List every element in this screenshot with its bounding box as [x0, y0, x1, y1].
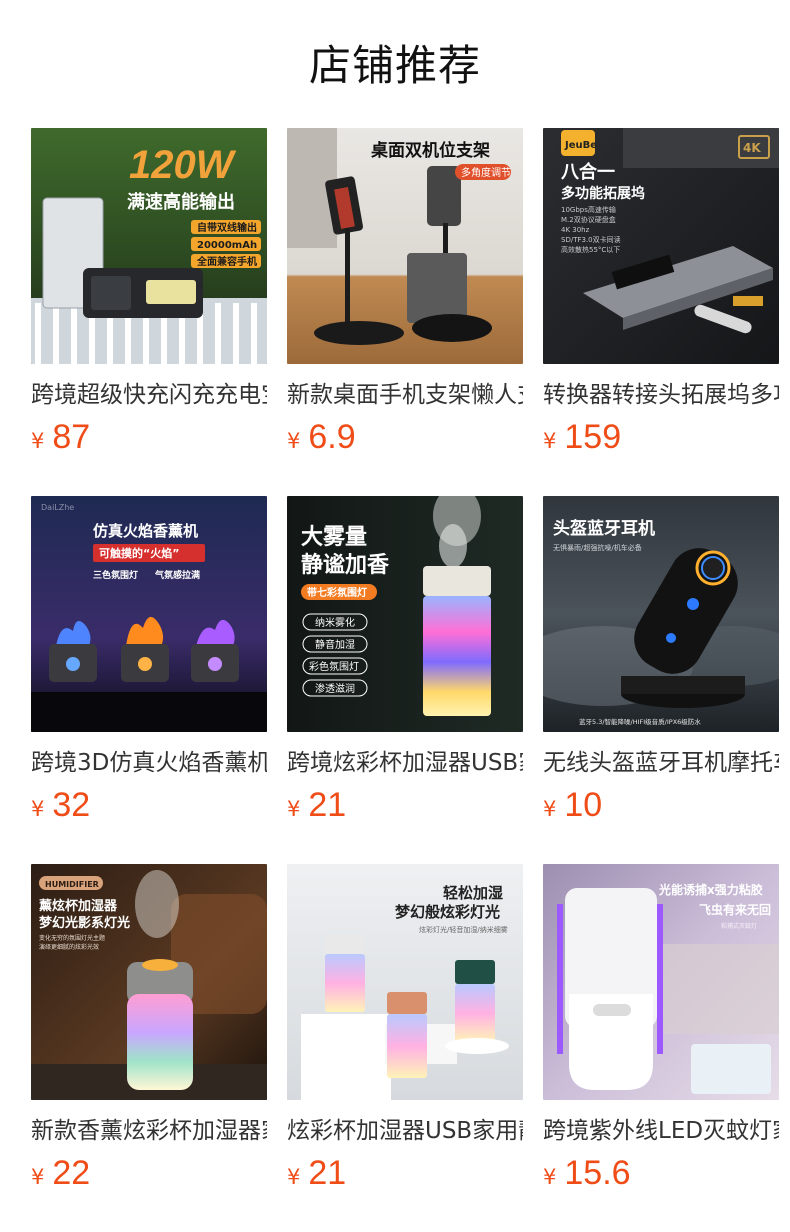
product-name[interactable]: 炫彩杯加湿器USB家用静音: [287, 1114, 523, 1148]
price-value: 32: [52, 786, 91, 824]
product-image[interactable]: 轻松加湿 梦幻般炫彩灯光 炫彩灯光/轻音加湿/纳米细雾: [287, 864, 523, 1100]
product-card[interactable]: 桌面双机位支架 多角度调节 新款桌面手机支架懒人支架 ¥6.9: [287, 128, 523, 458]
image-caption: 自带双线输出: [197, 221, 257, 234]
image-caption: 炫彩灯光/轻音加湿/纳米细雾: [419, 925, 508, 934]
product-image[interactable]: HUMIDIFIER 薰炫杯加湿器 梦幻光影系灯光 变化无穷的氛围灯光主题 演绎…: [31, 864, 267, 1100]
product-name[interactable]: 无线头盔蓝牙耳机摩托车: [543, 746, 779, 780]
image-caption: 高效散热55°C以下: [561, 245, 620, 254]
currency-symbol: ¥: [543, 1165, 557, 1189]
image-caption: 120W: [129, 143, 237, 187]
product-name[interactable]: 跨境超级快充闪充充电宝: [31, 378, 267, 412]
price-value: 159: [564, 418, 622, 456]
product-card[interactable]: HUMIDIFIER 薰炫杯加湿器 梦幻光影系灯光 变化无穷的氛围灯光主题 演绎…: [31, 864, 267, 1194]
image-caption: JeuBe: [564, 140, 597, 151]
image-caption: HUMIDIFIER: [45, 880, 99, 889]
image-caption: 静音加湿: [315, 638, 355, 651]
price-value: 21: [308, 1154, 347, 1192]
image-caption: 光能诱捕x强力粘胶: [658, 882, 763, 897]
image-caption: 三色氛围灯: [93, 569, 138, 581]
image-caption: 梦幻光影系灯光: [39, 915, 130, 931]
image-caption: 飞虫有来无回: [699, 902, 771, 917]
product-price: ¥15.6: [543, 1154, 631, 1196]
image-caption: 无惧暴雨/超强抗噪/机车必备: [553, 543, 642, 552]
product-card[interactable]: DaiLZhe 仿真火焰香薰机 可触摸的“火焰” 三色氛围灯 气氛感拉满 跨境3…: [31, 496, 267, 826]
image-caption: 梦幻般炫彩灯光: [395, 903, 500, 921]
product-price: ¥6.9: [287, 418, 356, 460]
product-price: ¥10: [543, 786, 602, 828]
image-caption: 多角度调节: [461, 166, 511, 179]
product-price: ¥159: [543, 418, 621, 460]
product-price: ¥87: [31, 418, 90, 460]
currency-symbol: ¥: [543, 797, 557, 821]
product-card[interactable]: 光能诱捕x强力粘胶 飞虫有来无回 粘捕式灭蚊灯 跨境紫外线LED灭蚊灯家用 ¥1…: [543, 864, 779, 1194]
image-caption: 大雾量: [301, 525, 367, 550]
product-image[interactable]: 大雾量 静谧加香 带七彩氛围灯 纳米雾化 静音加湿 彩色氛围灯 渗透滋润: [287, 496, 523, 732]
image-caption: 带七彩氛围灯: [307, 586, 367, 599]
image-caption: 静谧加香: [301, 552, 389, 578]
price-value: 6.9: [308, 418, 356, 456]
image-caption: 纳米雾化: [315, 616, 355, 629]
product-name[interactable]: 新款桌面手机支架懒人支架: [287, 378, 523, 412]
price-value: 10: [564, 786, 603, 824]
product-image[interactable]: JeuBe 4K 八合一 多功能拓展坞 10Gbps高速传输 M.2双协议硬盘盒…: [543, 128, 779, 364]
image-caption: 气氛感拉满: [154, 569, 200, 581]
image-caption: 粘捕式灭蚊灯: [721, 922, 757, 930]
product-name[interactable]: 跨境3D仿真火焰香薰机加湿器: [31, 746, 267, 780]
product-image[interactable]: 桌面双机位支架 多角度调节: [287, 128, 523, 364]
image-caption: 4K 30hz: [561, 226, 590, 234]
image-caption: DaiLZhe: [41, 503, 74, 512]
product-name[interactable]: 跨境紫外线LED灭蚊灯家用: [543, 1114, 779, 1148]
product-image[interactable]: 120W 满速高能输出 自带双线输出 20000mAh 全面兼容手机: [31, 128, 267, 364]
image-caption: 20000mAh: [197, 240, 257, 251]
image-caption: M.2双协议硬盘盒: [561, 215, 616, 224]
image-caption: 多功能拓展坞: [561, 185, 645, 202]
image-caption: 八合一: [561, 161, 615, 183]
currency-symbol: ¥: [31, 797, 45, 821]
image-caption: 10Gbps高速传输: [561, 205, 616, 214]
image-caption: 蓝牙5.3/智能降噪/HIFI级音质/IPX6级防水: [579, 717, 701, 726]
product-price: ¥22: [31, 1154, 90, 1196]
image-caption: 薰炫杯加湿器: [39, 898, 118, 914]
image-caption: 可触摸的“火焰”: [99, 546, 179, 560]
currency-symbol: ¥: [31, 1165, 45, 1189]
image-caption: 满速高能输出: [127, 191, 235, 213]
image-caption: 变化无穷的氛围灯光主题: [39, 934, 105, 942]
currency-symbol: ¥: [543, 429, 557, 453]
image-caption: 仿真火焰香薰机: [93, 522, 198, 540]
image-caption: 彩色氛围灯: [309, 660, 359, 673]
page-title: 店铺推荐: [308, 41, 481, 90]
image-caption: 头盔蓝牙耳机: [553, 518, 655, 539]
price-value: 22: [52, 1154, 91, 1192]
image-caption: SD/TF3.0双卡同读: [561, 235, 621, 244]
price-value: 87: [52, 418, 91, 456]
product-name[interactable]: 跨境炫彩杯加湿器USB家用: [287, 746, 523, 780]
product-image[interactable]: 头盔蓝牙耳机 无惧暴雨/超强抗噪/机车必备 蓝牙5.3/智能降噪/HIFI级音质…: [543, 496, 779, 732]
product-card[interactable]: JeuBe 4K 八合一 多功能拓展坞 10Gbps高速传输 M.2双协议硬盘盒…: [543, 128, 779, 458]
image-caption: 桌面双机位支架: [371, 140, 490, 161]
product-name[interactable]: 新款香薰炫彩杯加湿器家用: [31, 1114, 267, 1148]
product-image[interactable]: 光能诱捕x强力粘胶 飞虫有来无回 粘捕式灭蚊灯: [543, 864, 779, 1100]
product-price: ¥21: [287, 786, 346, 828]
currency-symbol: ¥: [287, 797, 301, 821]
image-caption: 轻松加湿: [443, 884, 503, 902]
image-caption: 4K: [743, 141, 761, 155]
image-caption: 演绎更细腻的炫彩光效: [39, 943, 99, 951]
image-caption: 全面兼容手机: [196, 255, 257, 268]
product-card[interactable]: 轻松加湿 梦幻般炫彩灯光 炫彩灯光/轻音加湿/纳米细雾 炫彩杯加湿器USB家用静…: [287, 864, 523, 1194]
product-card[interactable]: 大雾量 静谧加香 带七彩氛围灯 纳米雾化 静音加湿 彩色氛围灯 渗透滋润 跨境炫…: [287, 496, 523, 826]
product-price: ¥32: [31, 786, 90, 828]
product-price: ¥21: [287, 1154, 346, 1196]
product-name[interactable]: 转换器转接头拓展坞多功能: [543, 378, 779, 412]
product-card[interactable]: 120W 满速高能输出 自带双线输出 20000mAh 全面兼容手机 跨境超级快…: [31, 128, 267, 458]
currency-symbol: ¥: [31, 429, 45, 453]
image-caption: 渗透滋润: [315, 682, 355, 695]
product-image[interactable]: DaiLZhe 仿真火焰香薰机 可触摸的“火焰” 三色氛围灯 气氛感拉满: [31, 496, 267, 732]
price-value: 15.6: [564, 1154, 631, 1192]
currency-symbol: ¥: [287, 429, 301, 453]
price-value: 21: [308, 786, 347, 824]
product-card[interactable]: 头盔蓝牙耳机 无惧暴雨/超强抗噪/机车必备 蓝牙5.3/智能降噪/HIFI级音质…: [543, 496, 779, 826]
currency-symbol: ¥: [287, 1165, 301, 1189]
